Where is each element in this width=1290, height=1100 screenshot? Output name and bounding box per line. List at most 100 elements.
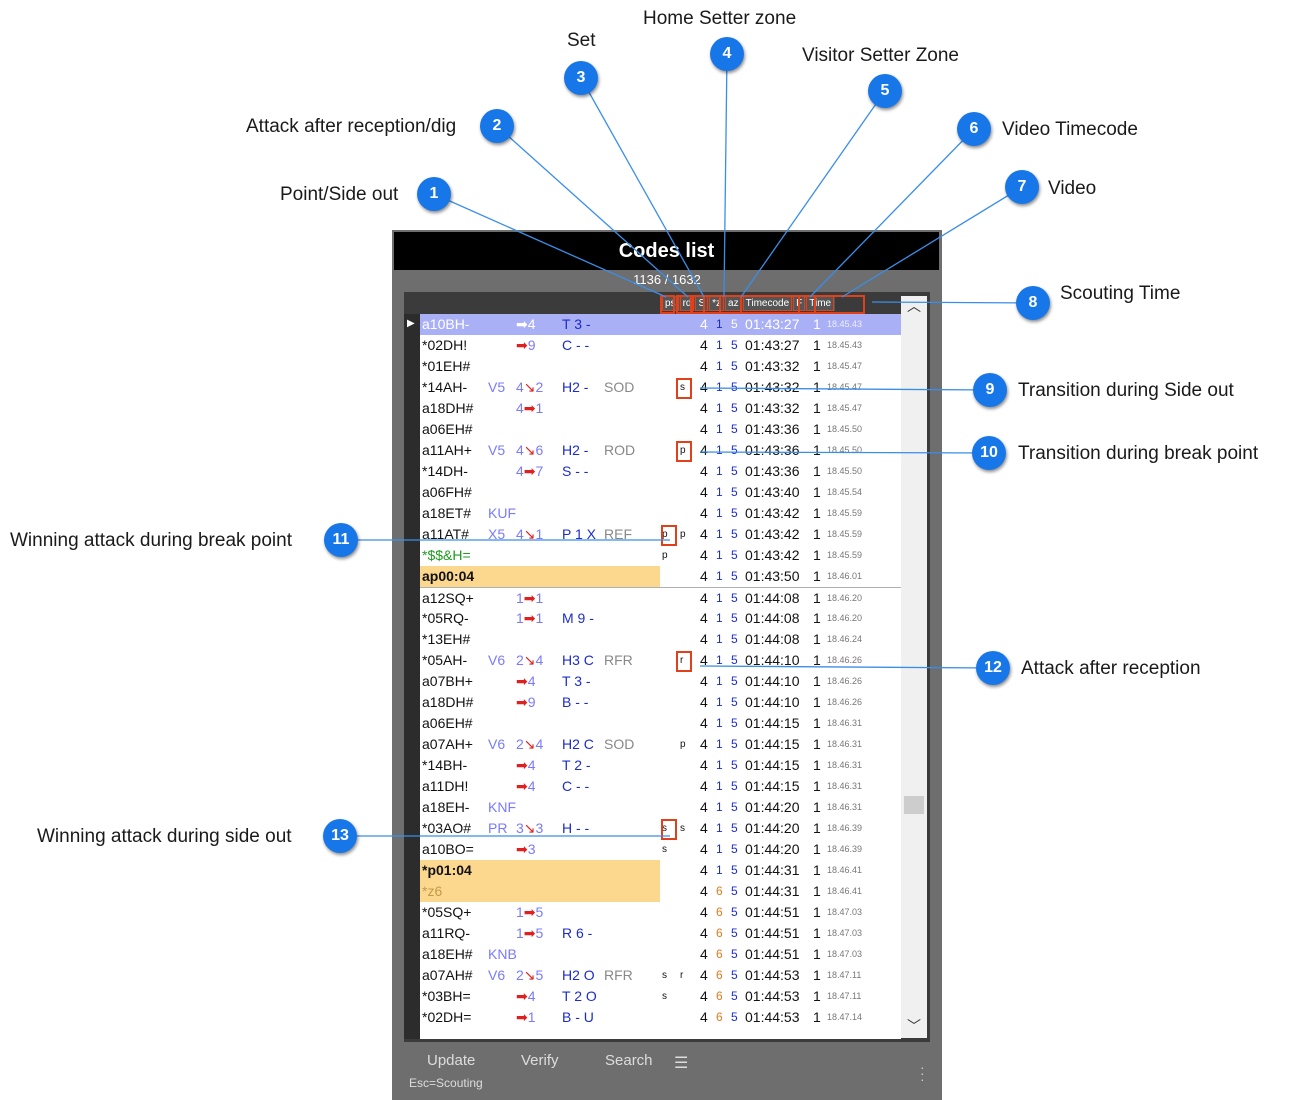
column-highlight-box bbox=[814, 295, 865, 314]
table-row[interactable]: a06EH# 4 1 5 01:43:36 1 18.45.50 bbox=[420, 419, 901, 440]
column-highlight-box bbox=[740, 295, 800, 314]
cell-highlight-box bbox=[676, 378, 692, 399]
scroll-up-icon[interactable]: ︿ bbox=[907, 296, 921, 316]
callout-label-6: Video Timecode bbox=[1002, 119, 1138, 140]
codes-list[interactable]: a10BH- ➡4 T 3 -4 1 5 01:43:27 1 18.45.43 *02DH! ➡… bbox=[420, 314, 901, 1039]
callout-label-2: Attack after reception/dig bbox=[246, 116, 457, 137]
cell-hz: 1 bbox=[716, 464, 723, 478]
table-row[interactable]: a06FH# 4 1 5 01:43:40 1 18.45.54 bbox=[420, 482, 901, 503]
table-row[interactable]: a10BH- ➡4 T 3 -4 1 5 01:43:27 1 18.45.43 bbox=[420, 314, 901, 335]
cell-code: ap00:04 bbox=[422, 568, 475, 584]
cell-hz: 6 bbox=[716, 884, 723, 898]
cell-s: 4 bbox=[700, 862, 708, 878]
table-row[interactable]: *03BH= ➡4 T 2 O s 4 6 5 01:44:53 1 18.47.11 bbox=[420, 986, 901, 1007]
table-row[interactable]: *14BH- ➡4 T 2 -4 1 5 01:44:15 1 18.46.31 bbox=[420, 755, 901, 776]
callout-label-11: Winning attack during break point bbox=[10, 530, 292, 551]
cell-f: 1 bbox=[813, 400, 821, 416]
table-row[interactable]: *z6 4 6 5 01:44:31 1 18.46.41 bbox=[420, 881, 901, 902]
callout-badge-11: 11 bbox=[324, 523, 358, 557]
cell-vz: 5 bbox=[731, 443, 738, 457]
update-button[interactable]: Update bbox=[427, 1052, 475, 1069]
verify-button[interactable]: Verify bbox=[521, 1052, 559, 1069]
search-button[interactable]: Search bbox=[605, 1052, 653, 1069]
table-row[interactable]: *14AH- V5 4↘2 H2 - SOD s 4 1 5 01:43:32 1 18.45.47 bbox=[420, 377, 901, 398]
table-row[interactable]: a07AH+ V6 2↘4 H2 C SOD p 4 1 5 01:44:15 1 18.46.31 bbox=[420, 734, 901, 755]
table-row[interactable]: ap00:04 4 1 5 01:43:50 1 18.46.01 bbox=[420, 566, 901, 587]
vertical-scrollbar[interactable]: ︿ ﹀ bbox=[901, 296, 927, 1038]
cell-tc: 01:44:15 bbox=[745, 715, 800, 731]
table-row[interactable]: a11AH+ V5 4↘6 H2 - ROD p 4 1 5 01:43:36 1 18.45.50 bbox=[420, 440, 901, 461]
cell-code: *14AH- bbox=[422, 379, 468, 395]
cell-code: a11AH+ bbox=[422, 442, 472, 458]
cell-code: *z6 bbox=[422, 883, 443, 899]
table-row[interactable]: *05SQ+ 1➡5 4 6 5 01:44:51 1 18.47.03 bbox=[420, 902, 901, 923]
table-row[interactable]: a07AH# V6 2↘5 H2 O RFR s r 4 6 5 01:44:53 1 18.47.11 bbox=[420, 965, 901, 986]
callout-badge-10: 10 bbox=[972, 436, 1006, 470]
callout-badge-13: 13 bbox=[323, 819, 357, 853]
cell-vz: 5 bbox=[731, 548, 738, 562]
table-row[interactable]: a06EH# 4 1 5 01:44:15 1 18.46.31 bbox=[420, 713, 901, 734]
cell-s: 4 bbox=[700, 526, 708, 542]
cell-s: 4 bbox=[700, 883, 708, 899]
scroll-thumb[interactable] bbox=[904, 796, 924, 814]
cell-code: *p01:04 bbox=[422, 862, 472, 878]
table-row[interactable]: *02DH! ➡9 C - -4 1 5 01:43:27 1 18.45.43 bbox=[420, 335, 901, 356]
table-row[interactable]: a18DH# 4➡1 4 1 5 01:43:32 1 18.45.47 bbox=[420, 398, 901, 419]
table-row[interactable]: *$$&H= p 4 1 5 01:43:42 1 18.45.59 bbox=[420, 545, 901, 566]
cell-hz: 1 bbox=[716, 380, 723, 394]
cell-code: *05RQ- bbox=[422, 610, 469, 626]
cell-tc: 01:43:36 bbox=[745, 421, 800, 437]
table-row[interactable]: *14DH- 4➡7 S - -4 1 5 01:43:36 1 18.45.50 bbox=[420, 461, 901, 482]
cell-f: 1 bbox=[813, 526, 821, 542]
table-row[interactable]: a18EH- KNF 4 1 5 01:44:20 1 18.46.31 bbox=[420, 797, 901, 818]
cell-vz: 5 bbox=[731, 569, 738, 583]
table-row[interactable]: a07BH+ ➡4 T 3 -4 1 5 01:44:10 1 18.46.26 bbox=[420, 671, 901, 692]
table-row[interactable]: a18EH# KNB 4 6 5 01:44:51 1 18.47.03 bbox=[420, 944, 901, 965]
cell-f: 1 bbox=[813, 652, 821, 668]
table-row[interactable]: *02DH= ➡1 B - U 4 6 5 01:44:53 1 18.47.14 bbox=[420, 1007, 901, 1028]
cell-c: T 3 - bbox=[562, 673, 591, 689]
callout-badge-8: 8 bbox=[1016, 286, 1050, 320]
menu-icon[interactable]: ☰ bbox=[674, 1053, 688, 1073]
cell-vz: 5 bbox=[731, 842, 738, 856]
resize-grip-icon[interactable]: · · · bbox=[920, 1060, 925, 1086]
cell-hz: 1 bbox=[716, 737, 723, 751]
cell-d: ROD bbox=[604, 442, 636, 458]
cell-tc: 01:43:36 bbox=[745, 442, 800, 458]
table-row[interactable]: a18ET# KUF 4 1 5 01:43:42 1 18.45.59 bbox=[420, 503, 901, 524]
table-row[interactable]: *05AH- V6 2↘4 H3 C RFR r 4 1 5 01:44:10 1 18.46.26 bbox=[420, 650, 901, 671]
cell-code: *13EH# bbox=[422, 631, 471, 647]
cell-tc: 01:43:40 bbox=[745, 484, 800, 500]
table-row[interactable]: *13EH# 4 1 5 01:44:08 1 18.46.24 bbox=[420, 629, 901, 650]
cell-f: 1 bbox=[813, 820, 821, 836]
scroll-down-icon[interactable]: ﹀ bbox=[907, 1016, 921, 1036]
table-row[interactable]: a11RQ- 1➡5 R 6 - 4 6 5 01:44:51 1 18.47.03 bbox=[420, 923, 901, 944]
table-row[interactable]: *p01:04 4 1 5 01:44:31 1 18.46.41 bbox=[420, 860, 901, 881]
table-row[interactable]: a11DH! ➡4 C - -4 1 5 01:44:15 1 18.46.31 bbox=[420, 776, 901, 797]
table-row[interactable]: a12SQ+ 1➡1 4 1 5 01:44:08 1 18.46.20 bbox=[420, 587, 901, 609]
cell-tm: 18.45.59 bbox=[827, 529, 863, 539]
cell-b: ➡9 bbox=[516, 694, 536, 710]
cell-hz: 1 bbox=[716, 821, 723, 835]
table-row[interactable]: a18DH# ➡9 B - -4 1 5 01:44:10 1 18.46.26 bbox=[420, 692, 901, 713]
cell-code: *14DH- bbox=[422, 463, 468, 479]
cell-tm: 18.46.39 bbox=[827, 823, 863, 833]
cell-c: B - - bbox=[562, 694, 589, 710]
cell-f: 1 bbox=[813, 463, 821, 479]
cell-s: 4 bbox=[700, 463, 708, 479]
cell-c: H2 - bbox=[562, 379, 589, 395]
cell-vz: 5 bbox=[731, 317, 738, 331]
cell-s: 4 bbox=[700, 841, 708, 857]
cell-f: 1 bbox=[813, 967, 821, 983]
cell-s: 4 bbox=[700, 694, 708, 710]
table-row[interactable]: a10BO= ➡3 s 4 1 5 01:44:20 1 18.46.39 bbox=[420, 839, 901, 860]
table-row[interactable]: *01EH# 4 1 5 01:43:32 1 18.45.47 bbox=[420, 356, 901, 377]
cell-tc: 01:44:51 bbox=[745, 925, 800, 941]
cell-vz: 5 bbox=[731, 380, 738, 394]
cell-tc: 01:44:20 bbox=[745, 820, 800, 836]
cell-s: 4 bbox=[700, 1009, 708, 1025]
cell-s: 4 bbox=[700, 505, 708, 521]
cell-tm: 18.47.11 bbox=[827, 970, 862, 980]
table-row[interactable]: *05RQ- 1➡1 M 9 -4 1 5 01:44:08 1 18.46.20 bbox=[420, 608, 901, 629]
cell-c: H3 C bbox=[562, 652, 594, 668]
